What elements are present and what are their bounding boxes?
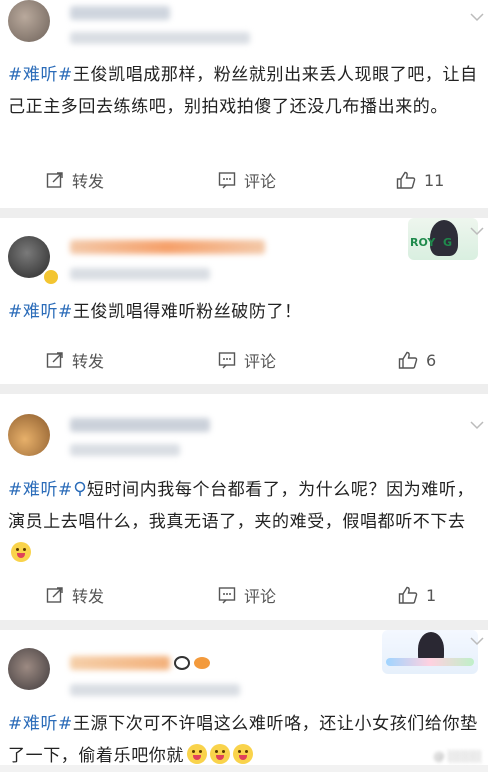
emoji-icon <box>210 744 230 764</box>
username-blurred[interactable] <box>70 418 210 432</box>
avatar[interactable] <box>8 414 50 456</box>
like-count: 6 <box>426 350 437 370</box>
repost-button[interactable]: 转发 <box>46 160 104 200</box>
post-text: #难听#王俊凯唱成那样，粉丝就别出来丢人现眼了吧，让自己正主多回去练练吧，别拍戏… <box>8 59 480 123</box>
post-separator <box>0 208 488 218</box>
fan-badge-text: ROY G <box>410 236 453 249</box>
action-bar: 转发 评论 11 <box>0 160 488 200</box>
thumbs-up-icon <box>396 171 416 189</box>
avatar-vip-badge <box>42 268 60 286</box>
repost-label: 转发 <box>72 352 105 371</box>
post-meta-blurred <box>70 268 210 280</box>
repost-label: 转发 <box>72 587 105 606</box>
comment-label: 评论 <box>244 587 277 606</box>
username-blurred[interactable] <box>70 240 265 254</box>
username-blurred[interactable] <box>70 656 170 670</box>
comment-label: 评论 <box>244 352 277 371</box>
comment-icon <box>218 172 236 189</box>
chevron-down-icon[interactable] <box>470 12 484 22</box>
post-text: #难听#王俊凯唱得难听粉丝破防了！ <box>8 296 480 328</box>
like-button[interactable]: 11 <box>396 160 444 200</box>
hashtag-link[interactable]: #难听# <box>8 65 73 85</box>
like-count: 1 <box>426 585 437 605</box>
post-meta-blurred <box>70 684 240 696</box>
post-body: 王俊凯唱成那样，粉丝就别出来丢人现眼了吧，让自己正主多回去练练吧，别拍戏拍傻了还… <box>8 65 478 117</box>
fish-icon <box>194 657 210 669</box>
emoji-icon <box>11 542 31 562</box>
post-body: 王俊凯唱得难听粉丝破防了！ <box>72 302 302 322</box>
action-bar: 转发 评论 1 <box>0 575 488 615</box>
comment-button[interactable]: 评论 <box>218 340 276 380</box>
comment-button[interactable]: 评论 <box>218 160 276 200</box>
post-meta-blurred <box>70 444 180 456</box>
comment-button[interactable]: 评论 <box>218 575 276 615</box>
emoji-icon <box>187 744 207 764</box>
post-separator <box>0 620 488 630</box>
repost-icon <box>46 587 63 603</box>
like-button[interactable]: 1 <box>398 575 436 615</box>
comment-icon <box>218 587 236 604</box>
chevron-down-icon[interactable] <box>470 636 484 646</box>
watermark-blurred: @ ░░░░ <box>433 750 482 763</box>
post-meta-blurred <box>70 32 250 44</box>
thumbs-up-icon <box>398 586 418 604</box>
post-text: #难听#王源下次可不许唱这么难听咯，还让小女孩们给你垫了一下，偷着乐吧你就 <box>8 708 480 772</box>
post-text: #难听# 短时间内我每个台都看了，为什么呢？因为难听，演员上去唱什么，我真无语了，… <box>8 474 480 570</box>
emoji-icon <box>233 744 253 764</box>
chevron-down-icon[interactable] <box>470 226 484 236</box>
fan-badge-decoration <box>386 658 474 666</box>
hashtag-link[interactable]: #难听# <box>8 302 73 322</box>
repost-icon <box>46 352 63 368</box>
repost-button[interactable]: 转发 <box>46 575 104 615</box>
like-count: 11 <box>424 170 445 190</box>
post-separator <box>0 384 488 394</box>
repost-label: 转发 <box>72 172 105 191</box>
avatar[interactable] <box>8 0 50 42</box>
comment-label: 评论 <box>244 172 277 191</box>
post-card: #难听# 短时间内我每个台都看了，为什么呢？因为难听，演员上去唱什么，我真无语了，… <box>0 394 488 620</box>
post-card: #难听#王源下次可不许唱这么难听咯，还让小女孩们给你垫了一下，偷着乐吧你就 @ … <box>0 630 488 766</box>
repost-button[interactable]: 转发 <box>46 340 104 380</box>
panda-icon <box>174 656 190 670</box>
like-button[interactable]: 6 <box>398 340 436 380</box>
chevron-down-icon[interactable] <box>470 420 484 430</box>
comment-icon <box>218 352 236 369</box>
thumbs-up-icon <box>398 351 418 369</box>
fan-badge-image[interactable] <box>382 630 478 674</box>
hashtag-link[interactable]: #难听# <box>8 480 73 500</box>
repost-icon <box>46 172 63 188</box>
link-icon <box>74 481 86 496</box>
avatar[interactable] <box>8 648 50 690</box>
fan-badge-image[interactable]: ROY G <box>408 218 478 260</box>
hashtag-link[interactable]: #难听# <box>8 714 73 734</box>
action-bar: 转发 评论 6 <box>0 340 488 380</box>
post-card: #难听#王俊凯唱成那样，粉丝就别出来丢人现眼了吧，让自己正主多回去练练吧，别拍戏… <box>0 0 488 208</box>
post-card: ROY G #难听#王俊凯唱得难听粉丝破防了！ 转发 评论 6 <box>0 218 488 384</box>
username-blurred[interactable] <box>70 6 170 20</box>
